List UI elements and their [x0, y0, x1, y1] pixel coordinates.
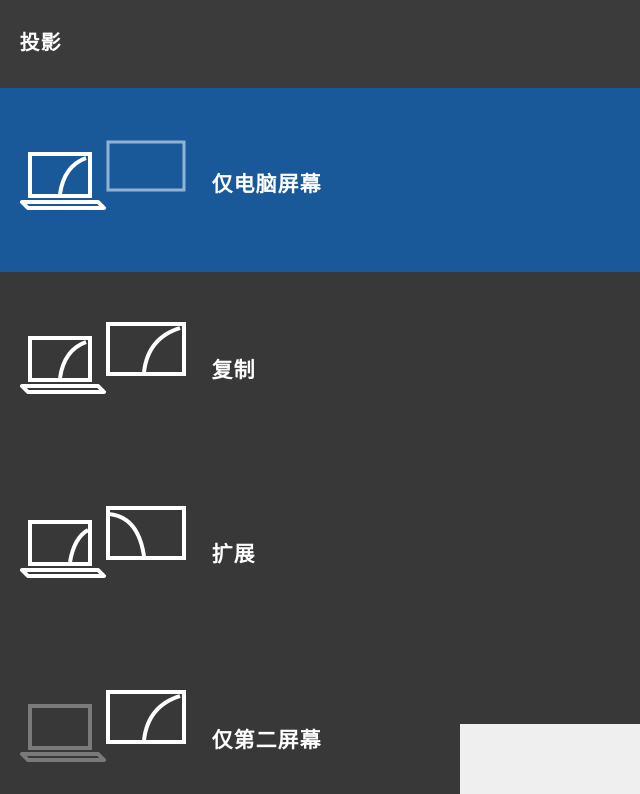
option-label: 仅第二屏幕 [212, 728, 322, 752]
project-panel: 投影 仅电脑屏幕 复制 扩展 仅第二屏幕 [0, 0, 640, 794]
extend-icon [20, 506, 186, 578]
option-label: 扩展 [212, 542, 256, 566]
second-screen-only-icon [20, 690, 186, 762]
watermark [460, 724, 640, 794]
panel-header: 投影 [0, 0, 640, 88]
duplicate-icon [20, 322, 186, 394]
option-extend[interactable]: 扩展 [0, 456, 640, 640]
pc-screen-only-icon [20, 140, 186, 210]
panel-title: 投影 [20, 30, 62, 54]
option-label: 复制 [212, 358, 256, 382]
option-pc-screen-only[interactable]: 仅电脑屏幕 [0, 88, 640, 272]
option-duplicate[interactable]: 复制 [0, 272, 640, 456]
option-label: 仅电脑屏幕 [212, 172, 322, 196]
